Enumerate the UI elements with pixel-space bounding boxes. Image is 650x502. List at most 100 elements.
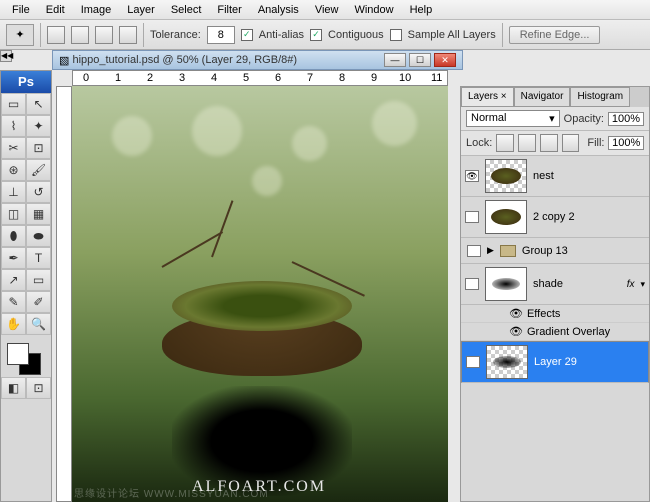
group-name[interactable]: Group 13 — [522, 245, 643, 257]
separator — [143, 23, 144, 47]
refine-edge-button[interactable]: Refine Edge... — [509, 26, 601, 44]
tolerance-label: Tolerance: — [150, 29, 201, 41]
lock-transparent-icon[interactable] — [496, 134, 514, 152]
document-titlebar[interactable]: ▧ hippo_tutorial.psd @ 50% (Layer 29, RG… — [52, 50, 463, 70]
eraser-tool-icon[interactable]: ◫ — [1, 203, 26, 225]
tab-layers[interactable]: Layers × — [461, 87, 514, 107]
lock-all-icon[interactable] — [562, 134, 580, 152]
type-tool-icon[interactable]: T — [26, 247, 51, 269]
eye-icon[interactable]: 👁 — [509, 325, 523, 338]
menu-filter[interactable]: Filter — [209, 2, 249, 18]
pen-tool-icon[interactable]: ✒ — [1, 247, 26, 269]
layer-thumbnail[interactable] — [485, 200, 527, 234]
magic-wand-tool-icon[interactable]: ✦ — [26, 115, 51, 137]
expand-toggle-icon[interactable]: ▶ — [487, 245, 494, 256]
fill-label: Fill: — [587, 137, 604, 149]
separator — [40, 23, 41, 47]
layer-thumbnail[interactable] — [485, 159, 527, 193]
menu-analysis[interactable]: Analysis — [250, 2, 307, 18]
ps-logo: Ps — [1, 71, 51, 93]
eye-icon[interactable]: 👁 — [509, 307, 523, 320]
selection-subtract-icon[interactable] — [95, 26, 113, 44]
visibility-toggle-icon[interactable]: 👁 — [465, 170, 479, 182]
screenmode-icon[interactable]: ⊡ — [26, 377, 51, 399]
effects-row[interactable]: 👁Effects — [461, 305, 649, 323]
layer-group-row[interactable]: ▶ Group 13 — [461, 238, 649, 264]
fg-color[interactable] — [7, 343, 29, 365]
history-brush-tool-icon[interactable]: ↺ — [26, 181, 51, 203]
tab-histogram[interactable]: Histogram — [570, 87, 630, 107]
color-swatch[interactable] — [1, 339, 51, 377]
menu-view[interactable]: View — [307, 2, 347, 18]
lock-pixels-icon[interactable] — [518, 134, 536, 152]
selection-intersect-icon[interactable] — [119, 26, 137, 44]
fx-badge[interactable]: fx — [627, 279, 635, 290]
path-tool-icon[interactable]: ↗ — [1, 269, 26, 291]
menu-edit[interactable]: Edit — [38, 2, 73, 18]
effect-gradient-overlay[interactable]: 👁Gradient Overlay — [461, 323, 649, 341]
heal-tool-icon[interactable]: ⊛ — [1, 159, 26, 181]
quickmask-icon[interactable]: ◧ — [1, 377, 26, 399]
hand-tool-icon[interactable]: ✋ — [1, 313, 26, 335]
layer-name[interactable]: Layer 29 — [534, 356, 644, 368]
visibility-toggle-icon[interactable] — [465, 211, 479, 223]
visibility-toggle-icon[interactable] — [465, 278, 479, 290]
lock-position-icon[interactable] — [540, 134, 558, 152]
opacity-input[interactable]: 100% — [608, 112, 644, 126]
menu-help[interactable]: Help — [402, 2, 441, 18]
menu-image[interactable]: Image — [73, 2, 120, 18]
selection-new-icon[interactable] — [47, 26, 65, 44]
layer-thumbnail[interactable] — [485, 267, 527, 301]
layer-row-selected[interactable]: 👁 Layer 29 — [461, 341, 649, 383]
move-tool-icon[interactable]: ▭ — [1, 93, 26, 115]
separator — [502, 23, 503, 47]
ruler-vertical — [56, 86, 72, 502]
layer-name[interactable]: 2 copy 2 — [533, 211, 645, 223]
stamp-tool-icon[interactable]: ⊥ — [1, 181, 26, 203]
collapse-toggle-icon[interactable]: ◀◀ — [0, 50, 12, 62]
menu-window[interactable]: Window — [346, 2, 401, 18]
blur-tool-icon[interactable]: ⬮ — [1, 225, 26, 247]
selection-add-icon[interactable] — [71, 26, 89, 44]
crop-tool-icon[interactable]: ✂ — [1, 137, 26, 159]
visibility-toggle-icon[interactable]: 👁 — [466, 356, 480, 368]
contiguous-label: Contiguous — [328, 29, 384, 41]
slice-tool-icon[interactable]: ⊡ — [26, 137, 51, 159]
notes-tool-icon[interactable]: ✎ — [1, 291, 26, 313]
zoom-tool-icon[interactable]: 🔍 — [26, 313, 51, 335]
close-button[interactable]: ✕ — [434, 53, 456, 67]
shape-tool-icon[interactable]: ▭ — [26, 269, 51, 291]
layer-thumbnail[interactable] — [486, 345, 528, 379]
visibility-toggle-icon[interactable] — [467, 245, 481, 257]
layer-row[interactable]: shade fx▾ — [461, 264, 649, 305]
antialias-checkbox[interactable]: ✓ — [241, 29, 253, 41]
toolbox: Ps ▭↖ ⌇✦ ✂⊡ ⊛🖌 ⊥↺ ◫▦ ⬮⬬ ✒T ↗▭ ✎✐ ✋🔍 ◧⊡ — [0, 70, 52, 502]
arrow-tool-icon[interactable]: ↖ — [26, 93, 51, 115]
menu-bar: File Edit Image Layer Select Filter Anal… — [0, 0, 650, 20]
contiguous-checkbox[interactable]: ✓ — [310, 29, 322, 41]
tab-navigator[interactable]: Navigator — [514, 87, 571, 107]
app-icon: ▧ — [59, 54, 69, 67]
brush-tool-icon[interactable]: 🖌 — [26, 159, 51, 181]
watermark-secondary: 思缘设计论坛 WWW.MISSYUAN.COM — [74, 485, 269, 500]
layer-row[interactable]: 2 copy 2 — [461, 197, 649, 238]
fill-input[interactable]: 100% — [608, 136, 644, 150]
layer-name[interactable]: nest — [533, 170, 645, 182]
gradient-tool-icon[interactable]: ▦ — [26, 203, 51, 225]
menu-select[interactable]: Select — [163, 2, 210, 18]
menu-file[interactable]: File — [4, 2, 38, 18]
minimize-button[interactable]: — — [384, 53, 406, 67]
tolerance-input[interactable] — [207, 26, 235, 44]
eyedropper-tool-icon[interactable]: ✐ — [26, 291, 51, 313]
menu-layer[interactable]: Layer — [119, 2, 163, 18]
blend-mode-select[interactable]: Normal▾ — [466, 110, 560, 127]
magic-wand-current-icon[interactable]: ✦ — [6, 24, 34, 46]
sample-all-checkbox[interactable] — [390, 29, 402, 41]
maximize-button[interactable]: ☐ — [409, 53, 431, 67]
layer-row[interactable]: 👁 nest — [461, 156, 649, 197]
dodge-tool-icon[interactable]: ⬬ — [26, 225, 51, 247]
antialias-label: Anti-alias — [259, 29, 304, 41]
lasso-tool-icon[interactable]: ⌇ — [1, 115, 26, 137]
layer-name[interactable]: shade — [533, 278, 621, 290]
canvas[interactable]: ALFOART.COM 思缘设计论坛 WWW.MISSYUAN.COM — [72, 86, 448, 502]
